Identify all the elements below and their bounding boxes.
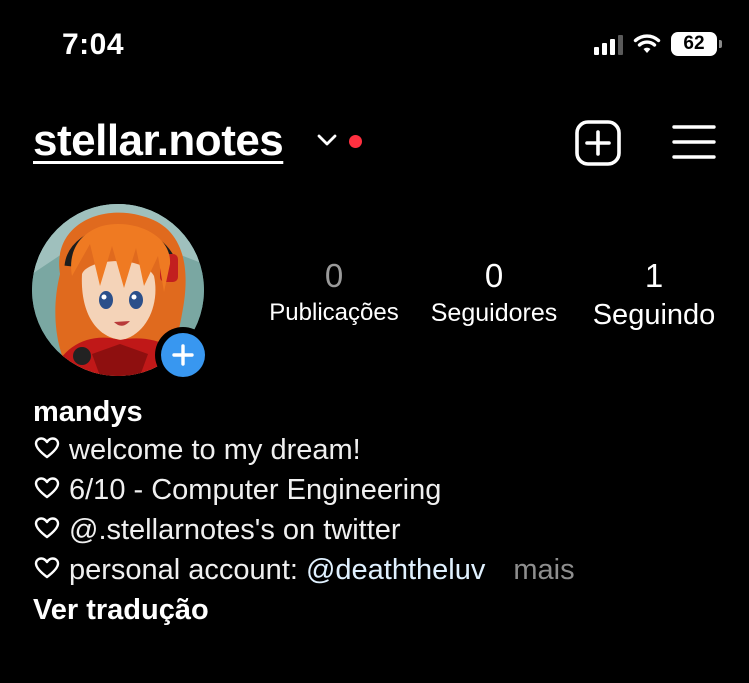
posts-label: Publicações	[269, 299, 399, 326]
following-stat[interactable]: 1 Seguindo	[578, 259, 730, 330]
menu-icon[interactable]	[672, 122, 716, 162]
following-count: 1	[644, 257, 664, 294]
posts-count: 0	[324, 257, 344, 294]
heart-outline-icon	[34, 477, 60, 499]
chevron-down-icon[interactable]	[316, 132, 338, 148]
bio-line-text: 6/10 - Computer Engineering	[69, 474, 442, 506]
profile-username[interactable]: stellar.notes	[33, 116, 284, 166]
heart-outline-icon	[34, 557, 60, 579]
add-story-circle	[161, 333, 205, 377]
translate-link[interactable]: Ver tradução	[33, 590, 729, 630]
signal-icon	[594, 33, 623, 55]
plus-icon	[172, 344, 194, 366]
bio-line-text: @.stellarnotes's on twitter	[69, 514, 401, 546]
add-story-button[interactable]	[155, 327, 211, 383]
heart-outline-icon	[34, 437, 60, 459]
status-time: 7:04	[62, 28, 125, 61]
followers-count: 0	[484, 257, 504, 294]
wifi-icon	[633, 34, 661, 53]
bio-line: 6/10 - Computer Engineering	[33, 470, 729, 510]
more-link[interactable]: mais	[513, 554, 574, 586]
bio-line: personal account: @deaththeluv mais	[33, 550, 729, 590]
bio-line: @.stellarnotes's on twitter	[33, 510, 729, 550]
create-post-icon[interactable]	[574, 119, 622, 167]
following-label: Seguindo	[592, 299, 716, 331]
profile-screen: 7:04 62 stellar.notes 0 Publicações 0 Se…	[0, 0, 749, 683]
status-icons: 62	[594, 32, 722, 56]
heart-outline-icon	[34, 517, 60, 539]
profile-bio: mandys welcome to my dream! 6/10 - Compu…	[33, 394, 729, 630]
bio-line-text: personal account:	[69, 554, 306, 586]
followers-stat[interactable]: 0 Seguidores	[414, 259, 574, 326]
mention-link[interactable]: @deaththeluv	[306, 554, 485, 586]
battery-icon: 62	[671, 32, 722, 56]
bio-name: mandys	[33, 396, 143, 428]
bio-line-text: welcome to my dream!	[69, 434, 361, 466]
posts-stat[interactable]: 0 Publicações	[254, 259, 414, 325]
battery-level: 62	[683, 33, 705, 54]
bio-line: welcome to my dream!	[33, 430, 729, 470]
followers-label: Seguidores	[430, 299, 558, 327]
notification-dot-icon	[349, 135, 362, 148]
